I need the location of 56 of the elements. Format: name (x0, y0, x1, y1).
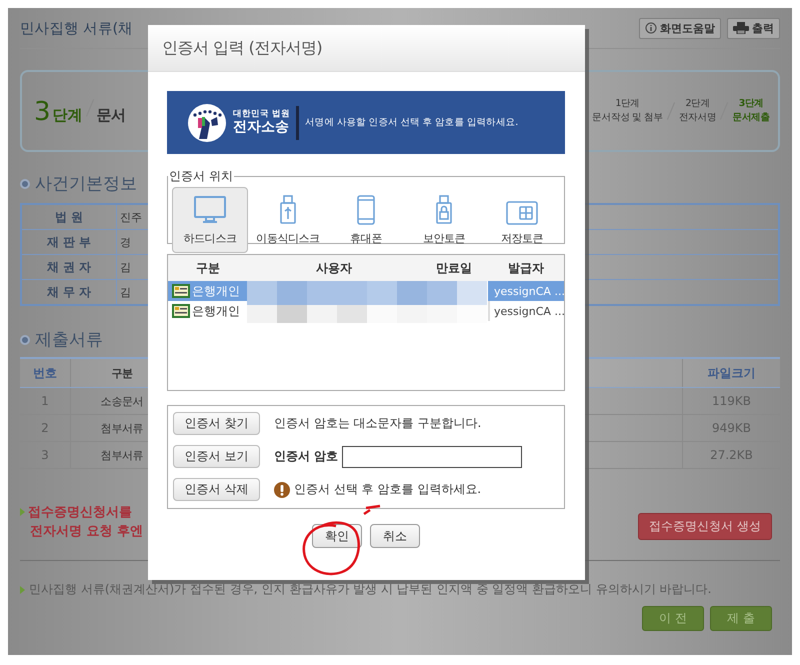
notice-text: 접수증명신청서를 (28, 504, 132, 521)
table-cell: 27.2KB (682, 442, 780, 468)
bullet-icon (20, 334, 30, 344)
help-button[interactable]: 화면도움말 (639, 18, 721, 38)
step-number: 3 (34, 96, 51, 126)
monitor-icon (193, 195, 227, 225)
page-title: 민사집행 서류(채 (20, 20, 133, 38)
usb-drive-icon (280, 195, 296, 225)
delete-certificate-button[interactable]: 인증서 삭제 (173, 478, 260, 501)
footer-note: 민사집행 서류(채권계산서)가 접수된 경우, 인지 환급사유가 발생 시 납부된 인지액 중 일정액 환급하오니 유의하시기 바랍니다. (29, 581, 712, 598)
padlock-drive-icon (436, 195, 452, 225)
issuer-cell: yessignCA ... (488, 281, 564, 301)
emblem-drawing (187, 102, 227, 142)
column-header: 사용자 (315, 260, 353, 276)
org-name: 대한민국 법원 (233, 110, 290, 120)
column-header: 번호 (20, 358, 70, 388)
chevron-icon (20, 586, 25, 594)
column-header: 구분 (195, 260, 221, 276)
table-cell: 949KB (682, 414, 780, 442)
cancel-button[interactable]: 취소 (370, 524, 420, 548)
location-option[interactable]: 하드디스크 (172, 187, 248, 253)
column-header: 만료일 (435, 260, 473, 276)
column-header: 파일크기 (682, 358, 780, 388)
password-label: 인증서 암호 (274, 448, 338, 465)
find-certificate-button[interactable]: 인증서 찾기 (173, 412, 260, 435)
step-name: 문서 (96, 106, 126, 124)
chevron-icon (20, 508, 25, 516)
table-cell: 재 판 부 (21, 230, 116, 254)
generate-receipt-button[interactable]: 접수증명신청서 생성 (638, 513, 772, 540)
warning-text: 인증서 선택 후 암호를 입력하세요. (294, 481, 482, 498)
brand-name: 전자소송 (233, 119, 290, 136)
step-unit: 단계 (52, 106, 83, 124)
hint-text: 인증서 암호는 대소문자를 구분합니다. (274, 415, 482, 432)
banner-message: 서명에 사용할 인증서 선택 후 암호를 입력하세요. (304, 116, 518, 129)
section-heading: 사건기본정보 (35, 173, 137, 195)
bullet-icon (20, 178, 30, 188)
table-cell: 119KB (682, 388, 780, 414)
step-label: 3단계 문서제출 (732, 96, 770, 125)
certificate-icon (172, 284, 190, 298)
warning-icon (274, 482, 290, 498)
info-icon (645, 22, 657, 34)
step-label: 2단계 전자서명 (678, 96, 716, 125)
step-label: 1단계 문서작성 및 첨부 (592, 96, 663, 125)
section-heading: 제출서류 (35, 329, 103, 351)
print-button[interactable]: 출력 (727, 18, 780, 38)
password-field[interactable] (342, 446, 522, 468)
table-cell: 채 권 자 (21, 254, 116, 280)
table-cell: 법 원 (21, 204, 116, 230)
view-certificate-button[interactable]: 인증서 보기 (173, 445, 260, 468)
column-header: 발급자 (507, 260, 545, 276)
chip-card-icon (506, 201, 538, 225)
notice-text: 전자서명 요청 후엔 (30, 523, 144, 540)
phone-icon (357, 195, 375, 225)
group-legend: 인증서 위치 (168, 168, 234, 185)
certificate-icon (172, 304, 190, 318)
printer-icon (733, 22, 749, 34)
